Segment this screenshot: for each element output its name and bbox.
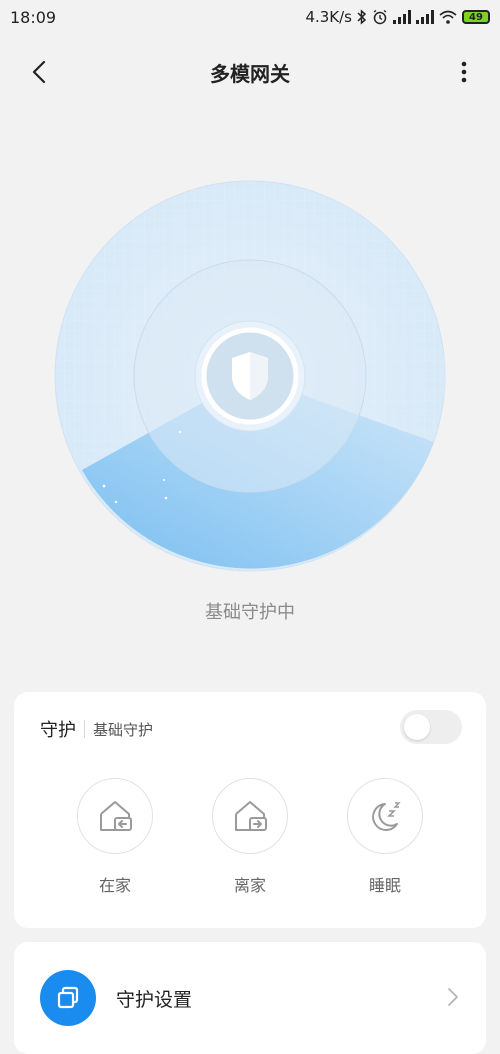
guard-card-header: 守护 基础守护	[40, 716, 153, 742]
mode-away-button[interactable]	[212, 778, 288, 854]
mode-home-button[interactable]	[77, 778, 153, 854]
guard-status-text: 基础守护中	[205, 602, 295, 623]
more-vertical-icon[interactable]	[454, 56, 474, 88]
toggle-knob	[404, 714, 430, 740]
mode-sleep-button[interactable]	[347, 778, 423, 854]
guard-modes: 在家 离家 睡眠	[14, 778, 486, 898]
status-bar: 18:09 4.3K/s 49	[0, 0, 500, 34]
moon-sleep-icon	[372, 802, 401, 831]
header-divider	[84, 720, 85, 738]
net-speed: 4.3K/s	[305, 8, 352, 26]
radar-graphic	[54, 180, 446, 572]
alarm-icon	[373, 9, 387, 25]
mode-away-label: 离家	[233, 876, 266, 895]
home-leave-icon	[235, 801, 267, 831]
mode-away[interactable]: 离家	[195, 778, 305, 896]
guard-radar	[54, 180, 446, 572]
status-icons: 4.3K/s 49	[305, 8, 490, 26]
bluetooth-icon	[357, 9, 367, 25]
mode-home[interactable]: 在家	[60, 778, 170, 896]
page-title: 多模网关	[210, 61, 290, 86]
wifi-icon	[439, 10, 457, 24]
signal-icon	[393, 10, 411, 24]
guard-toggle[interactable]	[400, 710, 462, 744]
status-time: 18:09	[10, 7, 57, 27]
mode-home-label: 在家	[98, 876, 131, 895]
guard-card: 守护 基础守护 在家 离家 睡眠	[14, 692, 486, 928]
guard-settings-label: 守护设置	[116, 989, 193, 1011]
layers-icon	[57, 986, 79, 1009]
guard-settings-row[interactable]: 守护设置	[14, 942, 486, 1054]
guard-title: 守护	[40, 720, 76, 741]
chevron-right-icon	[448, 988, 458, 1006]
mode-sleep-label: 睡眠	[368, 876, 401, 895]
battery-icon: 49	[462, 10, 490, 24]
mode-sleep[interactable]: 睡眠	[330, 778, 440, 896]
signal-icon	[416, 10, 434, 24]
guard-subtitle: 基础守护	[93, 720, 154, 739]
back-arrow-icon[interactable]	[26, 56, 56, 88]
home-enter-icon	[100, 801, 132, 831]
title-bar: 多模网关	[0, 50, 500, 94]
settings-icon-circle	[40, 970, 96, 1026]
